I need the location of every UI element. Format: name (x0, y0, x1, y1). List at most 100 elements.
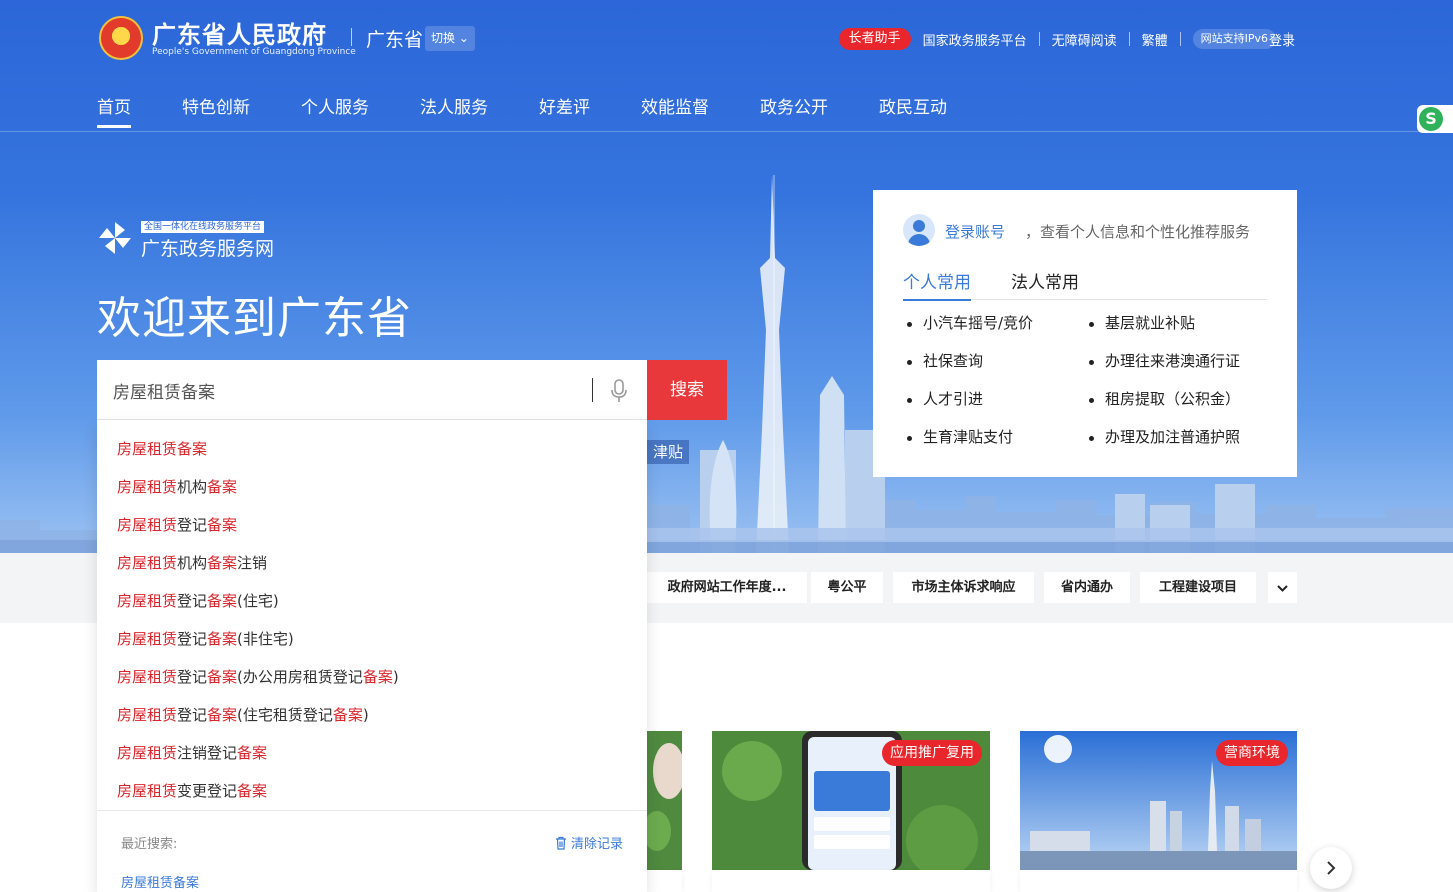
nav-government-affairs[interactable]: 政务公开 (760, 93, 828, 128)
current-province: 广东省 (366, 29, 424, 51)
suggestion-item[interactable]: 房屋租赁注销登记备案 (97, 734, 647, 772)
nav-corporate-services[interactable]: 法人服务 (420, 93, 488, 128)
card-footer (1020, 870, 1297, 892)
service-link[interactable]: 办理往来港澳通行证 (1089, 350, 1277, 372)
login-service-card: 登录账号 ，查看个人信息和个性化推荐服务 个人常用 法人常用 小汽车摇号/竞价 … (873, 190, 1297, 477)
service-link[interactable]: 办理及加注普通护照 (1089, 426, 1277, 448)
service-link[interactable]: 社保查询 (907, 350, 1089, 372)
search-suggestions-dropdown: 房屋租赁备案 房屋租赁机构备案 房屋租赁登记备案 房屋租赁机构备案注销 房屋租赁登记备案… (97, 420, 647, 892)
elder-assistant-link[interactable]: 长者助手 (838, 28, 911, 50)
service-link[interactable]: 基层就业补贴 (1089, 312, 1277, 334)
divider (97, 810, 647, 811)
suggestion-item[interactable]: 房屋租赁备案 (97, 430, 647, 468)
suggestion-match-text: 房屋租赁 (117, 668, 178, 686)
nav-innovation[interactable]: 特色创新 (182, 93, 250, 128)
suggestion-match-text: 备案 (207, 516, 238, 534)
topic-tag[interactable]: 工程建设项目 (1140, 572, 1256, 603)
card-footer (712, 870, 990, 892)
tab-personal-common[interactable]: 个人常用 (903, 268, 971, 301)
suggestion-text: 登记 (177, 706, 208, 724)
suggestion-item[interactable]: 房屋租赁登记备案(住宅) (97, 582, 647, 620)
tab-corporate-common[interactable]: 法人常用 (1011, 268, 1079, 300)
divider (351, 28, 352, 46)
suggestion-match-text: 备案 (207, 668, 238, 686)
national-platform-link[interactable]: 国家政务服务平台 (911, 30, 1039, 49)
suggestion-match-text: 房屋租赁备案 (117, 440, 208, 458)
topic-tag[interactable]: 粤公平 (811, 572, 883, 603)
suggestion-match-text: 房屋租赁 (117, 554, 178, 572)
suggestion-list: 房屋租赁备案 房屋租赁机构备案 房屋租赁登记备案 房屋租赁机构备案注销 房屋租赁登记备案… (97, 430, 647, 810)
suggestion-text: 机构 (177, 478, 208, 496)
microphone-icon[interactable] (609, 379, 629, 403)
more-tags-button[interactable] (1268, 572, 1297, 603)
nav-efficiency-supervision[interactable]: 效能监督 (641, 93, 709, 128)
suggestion-item[interactable]: 房屋租赁登记备案(住宅租赁登记备案) (97, 696, 647, 734)
main-nav: 首页 特色创新 个人服务 法人服务 好差评 效能监督 政务公开 政民互动 (97, 93, 998, 128)
topic-tag[interactable]: 政府网站工作年度... (647, 572, 807, 603)
site-title[interactable]: 广东省人民政府 (152, 15, 327, 50)
suggestion-text: 登记 (177, 630, 208, 648)
suggestion-item[interactable]: 房屋租赁变更登记备案 (97, 772, 647, 810)
clear-history-label: 清除记录 (570, 837, 623, 852)
suggestion-item[interactable]: 房屋租赁登记备案 (97, 506, 647, 544)
suggestion-text: ) (392, 668, 399, 686)
suggestion-match-text: 房屋租赁 (117, 630, 178, 648)
suggestion-text: 变更登记 (177, 782, 238, 800)
service-link[interactable]: 小汽车摇号/竞价 (907, 312, 1089, 334)
traditional-chinese-link[interactable]: 繁體 (1130, 30, 1180, 49)
nav-personal-services[interactable]: 个人服务 (301, 93, 369, 128)
service-tabs: 个人常用 法人常用 (903, 268, 1267, 301)
chevron-right-icon (1327, 861, 1336, 875)
nav-interaction[interactable]: 政民互动 (879, 93, 947, 128)
recent-search-label: 最近搜索: (121, 837, 178, 852)
suggestion-match-text: 房屋租赁 (117, 478, 178, 496)
topic-tag[interactable]: 市场主体诉求响应 (893, 572, 1034, 603)
login-account-link[interactable]: 登录账号 (945, 221, 1005, 242)
service-link[interactable]: 生育津贴支付 (907, 426, 1089, 448)
platform-tag: 全国一体化在线政务服务平台 (141, 221, 265, 233)
suggestion-match-text: 备案 (207, 478, 238, 496)
suggestion-item[interactable]: 房屋租赁登记备案(非住宅) (97, 620, 647, 658)
card-badge: 应用推广复用 (882, 740, 982, 766)
search-input[interactable] (113, 378, 593, 402)
service-link[interactable]: 租房提取（公积金） (1089, 388, 1277, 410)
accessibility-link[interactable]: 无障碍阅读 (1040, 30, 1129, 49)
suggestion-item[interactable]: 房屋租赁机构备案注销 (97, 544, 647, 582)
topic-tag[interactable]: 省内通办 (1044, 572, 1130, 603)
top-bar: 广东省人民政府 People's Government of Guangdong… (0, 0, 1453, 76)
nav-home[interactable]: 首页 (97, 93, 131, 128)
suggestion-match-text: 备案 (362, 668, 393, 686)
suggestion-item[interactable]: 房屋租赁登记备案(办公用房租赁登记备案) (97, 658, 647, 696)
suggestion-match-text: 房屋租赁 (117, 516, 178, 534)
hot-search-tag[interactable]: 津贴 (647, 440, 690, 464)
welcome-heading: 欢迎来到广东省 (97, 293, 412, 344)
search-button[interactable]: 搜索 (647, 360, 727, 420)
platform-name: 广东政务服务网 (141, 238, 275, 260)
switch-region-button[interactable]: 切换 ⌄ (425, 26, 475, 51)
plant-photo (647, 731, 682, 870)
switch-label: 切换 (431, 31, 456, 45)
suggestion-match-text: 房屋租赁 (117, 782, 178, 800)
suggestion-item[interactable]: 房屋租赁机构备案 (97, 468, 647, 506)
assistant-icon: S (1419, 107, 1443, 131)
suggestion-text: (住宅) (237, 592, 279, 610)
clear-history-button[interactable]: 清除记录 (554, 833, 623, 852)
search-box (97, 360, 647, 420)
login-link[interactable]: 登录 (1269, 30, 1295, 49)
national-emblem-logo (99, 16, 143, 60)
suggestion-text: 注销登记 (177, 744, 238, 762)
suggestion-text: (住宅租赁登记 (237, 706, 333, 724)
suggestion-text: 登记 (177, 668, 208, 686)
chevron-down-icon (1277, 585, 1288, 592)
suggestion-text: 登记 (177, 516, 208, 534)
carousel-next-button[interactable] (1310, 847, 1352, 889)
suggestion-text: (办公用房租赁登记 (237, 668, 363, 686)
floating-widget[interactable]: S (1417, 105, 1453, 133)
service-link[interactable]: 人才引进 (907, 388, 1089, 410)
card-footer (647, 870, 682, 892)
recent-search-item[interactable]: 房屋租赁备案 (121, 872, 199, 891)
nav-evaluation[interactable]: 好差评 (539, 93, 590, 128)
feature-card-image[interactable] (647, 731, 682, 870)
user-avatar-icon (903, 214, 935, 246)
login-description: ，查看个人信息和个性化推荐服务 (1025, 223, 1251, 241)
